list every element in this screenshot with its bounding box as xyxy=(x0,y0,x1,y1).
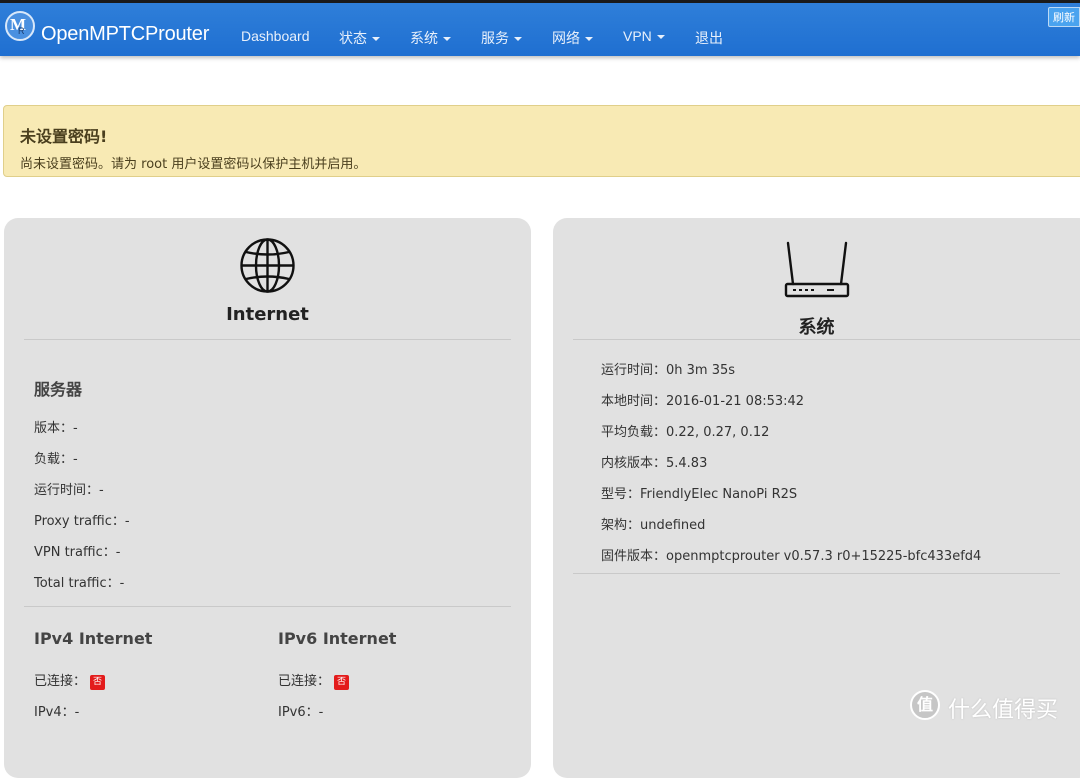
ipv6-status-badge: 否 xyxy=(334,675,350,690)
nav-network-menu[interactable]: 网络 xyxy=(552,28,593,48)
ipv4-connected-label: 已连接： xyxy=(34,674,87,689)
nav-services-menu[interactable]: 服务 xyxy=(481,28,522,48)
internet-divider xyxy=(24,339,511,340)
system-title: 系统 xyxy=(798,317,835,338)
watermark-text: 什么值得买 xyxy=(948,698,1059,723)
kernel-version-row: 内核版本：5.4.83 xyxy=(601,456,708,471)
server-section-title: 服务器 xyxy=(34,380,83,399)
caret-down-icon xyxy=(443,37,451,42)
ipv4-address-row: IPv4：- xyxy=(34,705,80,720)
total-traffic-row: Total traffic：- xyxy=(34,576,125,591)
openmptcprouter-logo-icon[interactable]: MR xyxy=(5,11,35,41)
system-divider-top xyxy=(573,339,1080,340)
smzdm-logo-icon: 值 xyxy=(910,690,940,720)
nav-network-label: 网络 xyxy=(552,30,580,46)
firmware-version-row: 固件版本：openmptcprouter v0.57.3 r0+15225-bf… xyxy=(601,549,982,564)
ipv4-section-title: IPv4 Internet xyxy=(34,629,153,648)
nav-system-label: 系统 xyxy=(410,30,438,46)
router-icon xyxy=(784,241,850,298)
ipv6-connected-row: 已连接：否 xyxy=(278,670,350,690)
ipv6-section-title: IPv6 Internet xyxy=(278,629,397,648)
server-divider xyxy=(24,606,511,607)
system-divider-bottom xyxy=(573,573,1060,574)
internet-panel: Internet 服务器 版本：- 负载：- 运行时间：- Proxy traf… xyxy=(4,218,531,778)
nav-logout-label: 退出 xyxy=(695,30,723,46)
server-load-row: 负载：- xyxy=(34,452,78,467)
nav-vpn-label: VPN xyxy=(623,28,652,44)
nav-status-label: 状态 xyxy=(339,30,367,46)
nav-logout[interactable]: 退出 xyxy=(695,28,723,48)
vpn-traffic-row: VPN traffic：- xyxy=(34,545,121,560)
top-navbar: MR OpenMPTCProuter Dashboard 状态 系统 服务 网络… xyxy=(0,0,1080,56)
caret-down-icon xyxy=(514,37,522,42)
alert-title: 未设置密码! xyxy=(20,127,108,146)
nav-dashboard[interactable]: Dashboard xyxy=(241,28,310,44)
ipv6-connected-label: 已连接： xyxy=(278,674,331,689)
alert-message[interactable]: 尚未设置密码。请为 root 用户设置密码以保护主机并启用。 xyxy=(20,153,366,172)
nav-status-menu[interactable]: 状态 xyxy=(339,28,380,48)
nav-services-label: 服务 xyxy=(481,30,509,46)
refresh-button[interactable]: 刷新 xyxy=(1048,7,1080,27)
model-row: 型号：FriendlyElec NanoPi R2S xyxy=(601,487,798,502)
internet-title: Internet xyxy=(226,304,309,325)
ipv6-address-row: IPv6：- xyxy=(278,705,324,720)
local-time-row: 本地时间：2016-01-21 08:53:42 xyxy=(601,394,805,409)
caret-down-icon xyxy=(372,37,380,42)
server-version-row: 版本：- xyxy=(34,421,78,436)
nav-system-menu[interactable]: 系统 xyxy=(410,28,451,48)
caret-down-icon xyxy=(656,35,665,40)
server-uptime-row: 运行时间：- xyxy=(34,483,104,498)
nav-dashboard-label: Dashboard xyxy=(241,28,310,44)
load-average-row: 平均负载：0.22, 0.27, 0.12 xyxy=(601,425,770,440)
proxy-traffic-row: Proxy traffic：- xyxy=(34,514,130,529)
globe-icon xyxy=(240,238,295,293)
nav-vpn-menu[interactable]: VPN xyxy=(623,28,665,44)
ipv4-status-badge: 否 xyxy=(90,675,106,690)
ipv4-connected-row: 已连接：否 xyxy=(34,670,106,690)
uptime-row: 运行时间：0h 3m 35s xyxy=(601,363,736,378)
brand-title[interactable]: OpenMPTCProuter xyxy=(41,23,209,46)
password-warning-alert: 未设置密码! 尚未设置密码。请为 root 用户设置密码以保护主机并启用。 xyxy=(3,105,1080,177)
architecture-row: 架构：undefined xyxy=(601,518,706,533)
caret-down-icon xyxy=(585,37,593,42)
